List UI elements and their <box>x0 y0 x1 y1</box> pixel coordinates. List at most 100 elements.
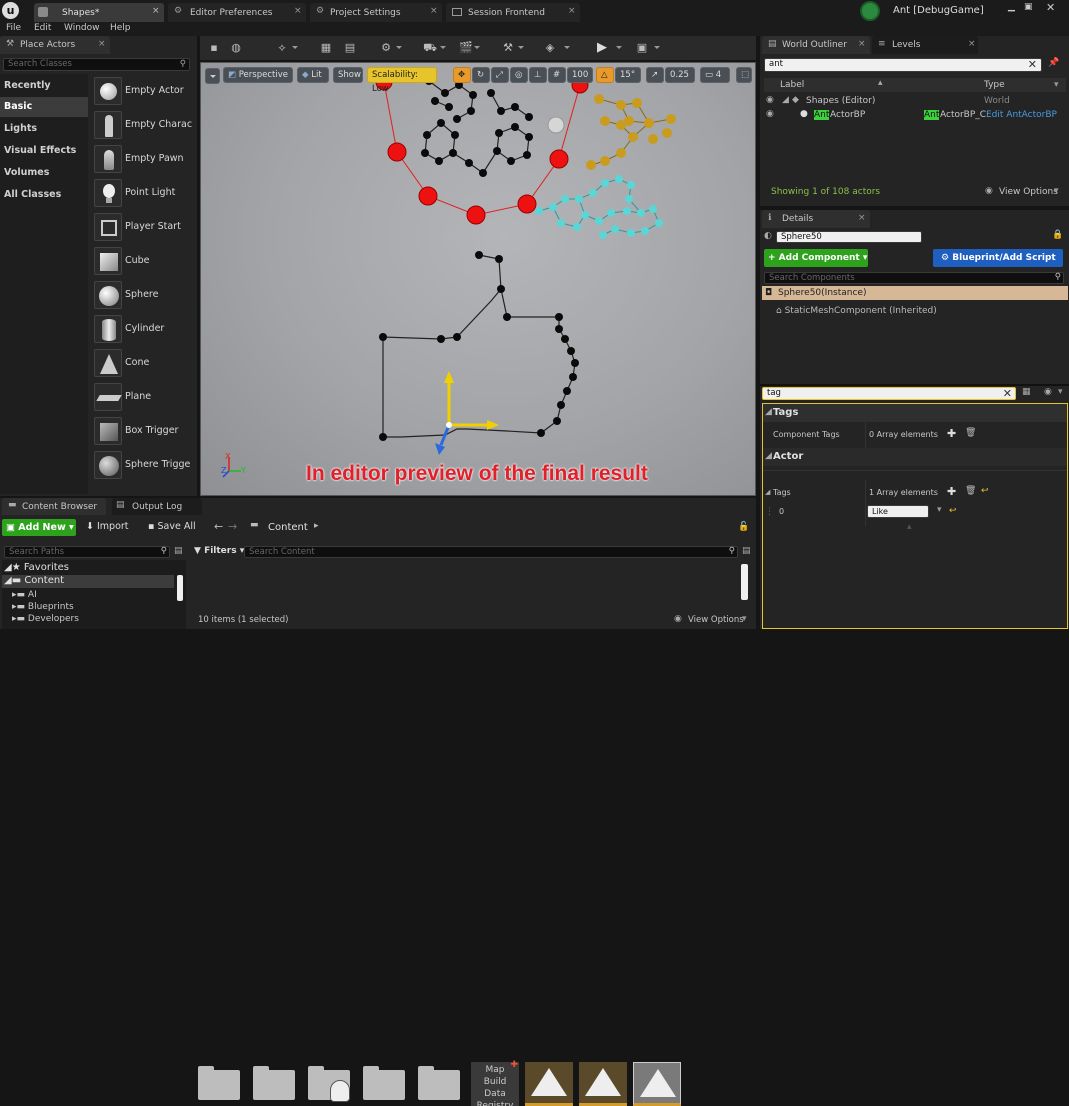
actor-item-point-light[interactable]: Point Light <box>90 176 196 210</box>
search-classes-input[interactable]: Search Classes ⚲ <box>3 58 190 71</box>
tags-section-header[interactable]: ◢ Tags <box>763 404 1067 422</box>
chevron-down-icon[interactable] <box>396 46 402 49</box>
rotation-snap-icon[interactable]: △ <box>596 67 614 83</box>
actor-item-sphere-trigger[interactable]: Sphere Trigge <box>90 448 196 482</box>
tree-developers[interactable]: ▸▬ Developers <box>12 614 79 624</box>
actor-item-empty-actor[interactable]: Empty Actor <box>90 74 196 108</box>
tab-world-outliner[interactable]: ▤ World Outliner × <box>762 36 870 54</box>
translate-tool-icon[interactable]: ✥ <box>453 67 471 83</box>
visibility-eye-icon[interactable]: ◉ <box>766 109 774 119</box>
chevron-down-icon[interactable] <box>564 46 570 49</box>
close-tab-icon[interactable]: × <box>858 213 866 223</box>
search-components-input[interactable]: Search Components ⚲ <box>764 272 1064 284</box>
show-button[interactable]: Show <box>333 67 363 83</box>
assets-scrollbar[interactable] <box>741 564 748 600</box>
actor-item-cylinder[interactable]: Cylinder <box>90 312 196 346</box>
world-local-icon[interactable]: ◎ <box>510 67 528 83</box>
history-icon[interactable]: ▤ <box>742 546 751 556</box>
maximize-icon[interactable]: ▣ <box>1024 2 1033 12</box>
close-tab-icon[interactable]: × <box>430 6 438 16</box>
tab-shapes[interactable]: Shapes* × <box>34 3 164 22</box>
close-tab-icon[interactable]: × <box>152 6 160 16</box>
drag-handle-icon[interactable]: ⋮ <box>765 507 774 517</box>
blueprint-add-script-button[interactable]: ⚙ Blueprint/Add Script <box>933 249 1063 267</box>
settings-toolbar-icon[interactable]: ⚙ <box>376 39 396 56</box>
chevron-down-icon[interactable] <box>440 46 446 49</box>
actor-name-input[interactable]: Sphere50 <box>776 231 922 243</box>
import-button[interactable]: ⬇ Import <box>86 521 129 535</box>
actor-item-cone[interactable]: Cone <box>90 346 196 380</box>
view-options-button[interactable]: View Options <box>688 615 744 625</box>
tab-project-settings[interactable]: ⚙ Project Settings × <box>310 3 442 22</box>
actor-item-empty-pawn[interactable]: Empty Pawn <box>90 142 196 176</box>
folder-asset[interactable] <box>196 1062 244 1106</box>
folder-asset[interactable] <box>416 1062 464 1106</box>
close-tab-icon[interactable]: × <box>858 39 866 49</box>
add-element-icon[interactable]: ✚ <box>947 427 956 440</box>
tree-favorites[interactable]: ◢★ Favorites <box>4 562 69 573</box>
tab-output-log[interactable]: ▤ Output Log <box>112 498 202 515</box>
content-icon[interactable]: ▦ <box>316 39 336 56</box>
eye-icon[interactable]: ◉ <box>1044 387 1052 397</box>
collections-icon[interactable]: ▤ <box>174 546 183 556</box>
category-visual-effects[interactable]: Visual Effects <box>0 141 88 161</box>
grid-snap-value[interactable]: 100 <box>567 67 593 83</box>
chevron-down-icon[interactable]: ▾ <box>937 505 942 515</box>
map-asset[interactable] <box>579 1062 627 1106</box>
chevron-down-icon[interactable]: ▾ <box>1058 387 1063 397</box>
chevron-down-icon[interactable] <box>616 46 622 49</box>
minimize-icon[interactable]: ▁ <box>1008 2 1015 12</box>
tab-editor-preferences[interactable]: ⚙ Editor Preferences × <box>168 3 306 22</box>
visibility-eye-icon[interactable]: ◉ <box>766 95 774 105</box>
view-options-button[interactable]: View Options <box>999 187 1058 197</box>
source-control-toolbar-icon[interactable]: ◍ <box>226 39 246 56</box>
filters-button[interactable]: ▼ Filters ▾ <box>194 546 244 556</box>
map-build-data-asset[interactable]: Map Build Data Registry ✚ <box>471 1060 519 1106</box>
marketplace-icon[interactable]: ▤ <box>340 39 360 56</box>
add-new-button[interactable]: ▣ Add New ▾ <box>2 519 76 536</box>
modes-icon[interactable]: ⟡ <box>272 39 292 56</box>
back-arrow-icon[interactable]: ← <box>214 520 223 533</box>
lock-icon[interactable]: 🔒 <box>1052 230 1063 240</box>
edit-blueprint-link[interactable]: Edit AntActorBP <box>986 110 1057 120</box>
unreal-logo-icon[interactable]: u <box>2 2 19 19</box>
chevron-down-icon[interactable]: ▾ <box>1054 80 1059 90</box>
component-tree-row[interactable]: ⌂ StaticMeshComponent (Inherited) <box>776 306 1056 320</box>
menu-help[interactable]: Help <box>110 23 131 33</box>
actor-item-plane[interactable]: Plane <box>90 380 196 414</box>
close-tab-icon[interactable]: × <box>294 6 302 16</box>
viewport-options-button[interactable] <box>205 68 220 84</box>
actor-section-header[interactable]: ◢ Actor <box>763 448 1067 466</box>
play-icon[interactable]: ▶ <box>592 39 612 56</box>
category-lights[interactable]: Lights <box>0 119 88 139</box>
tree-content[interactable]: ◢▬ Content <box>2 575 174 588</box>
column-type[interactable]: Type <box>984 80 1005 90</box>
expand-arrow-icon[interactable]: ◢ <box>782 95 789 105</box>
menu-edit[interactable]: Edit <box>34 23 51 33</box>
details-filter-input[interactable]: tag ✕ <box>762 387 1016 400</box>
menu-file[interactable]: File <box>6 23 21 33</box>
chevron-down-icon[interactable] <box>292 46 298 49</box>
chevron-down-icon[interactable]: ▾ <box>742 614 747 624</box>
tab-details[interactable]: ℹ Details × <box>762 210 870 228</box>
chevron-down-icon[interactable] <box>474 46 480 49</box>
tab-session-frontend[interactable]: Session Frontend × <box>446 3 580 22</box>
grid-snap-icon[interactable]: # <box>548 67 566 83</box>
save-icon[interactable]: ▪ <box>204 39 224 56</box>
chevron-down-icon[interactable] <box>518 46 524 49</box>
search-paths-input[interactable]: Search Paths ⚲ <box>4 546 170 558</box>
rotate-tool-icon[interactable]: ↻ <box>472 67 490 83</box>
level-viewport[interactable] <box>200 62 756 496</box>
launch-icon[interactable]: ▣ <box>632 39 652 56</box>
tab-content-browser[interactable]: ▬ Content Browser <box>2 498 106 515</box>
tag-value-input[interactable]: Like <box>867 505 929 518</box>
compile-icon[interactable]: ◈ <box>540 39 560 56</box>
pin-icon[interactable]: 📌 <box>1048 58 1059 68</box>
actor-item-empty-character[interactable]: Empty Charac <box>90 108 196 142</box>
close-tab-icon[interactable]: × <box>568 6 576 16</box>
add-element-icon[interactable]: ✚ <box>947 485 956 498</box>
column-label[interactable]: Label <box>780 80 804 90</box>
surface-snap-icon[interactable]: ⊥ <box>529 67 547 83</box>
chevron-down-icon[interactable]: ▾ <box>1054 186 1059 196</box>
menu-window[interactable]: Window <box>64 23 100 33</box>
